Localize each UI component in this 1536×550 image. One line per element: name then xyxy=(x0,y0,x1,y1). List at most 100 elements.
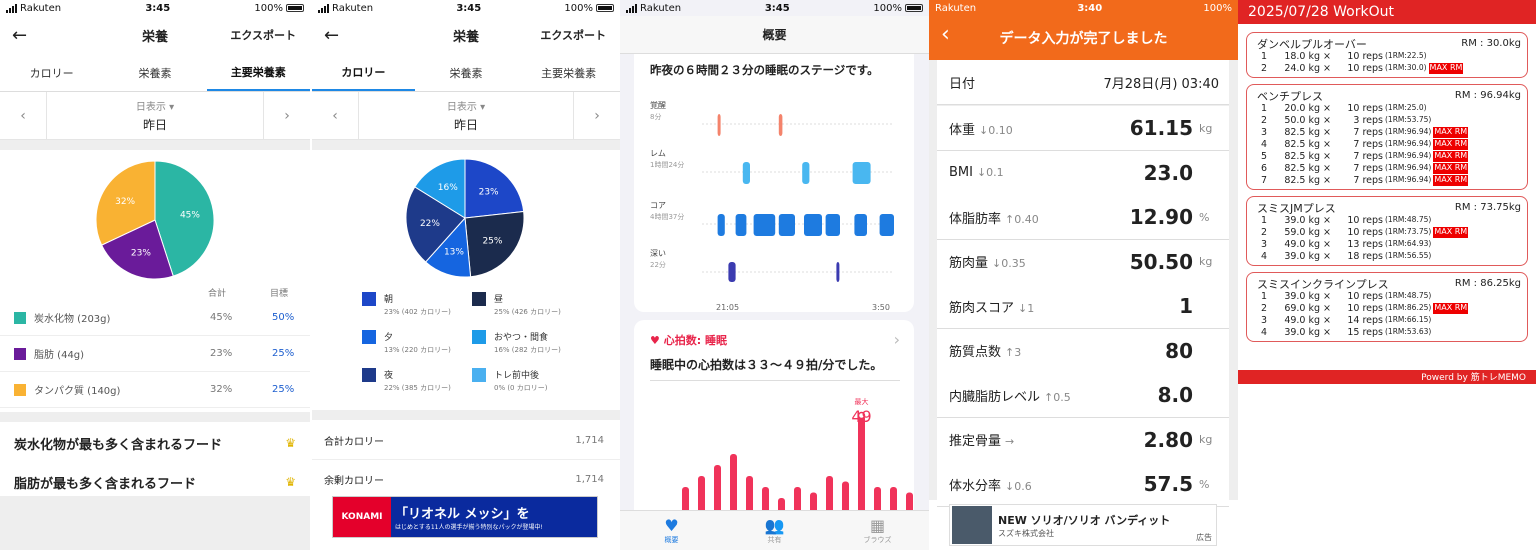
measurement-value: 23.0 xyxy=(1143,160,1193,185)
back-arrow-icon[interactable]: ← xyxy=(12,25,27,46)
measurement-label: BMI ↓0.1 xyxy=(949,165,1144,180)
hr-max-value: 49 xyxy=(851,407,871,426)
tab-macros[interactable]: 主要栄養素 xyxy=(206,54,310,91)
set-row: 2 50.0 kg × 3 reps (1RM:53.75) xyxy=(1261,115,1431,126)
ad-image xyxy=(952,506,992,544)
exercise-rm: RM : 30.0kg xyxy=(1461,38,1521,49)
divider xyxy=(312,140,620,150)
next-day-chevron-icon[interactable]: › xyxy=(264,92,310,139)
ad-banner[interactable]: NEW ソリオ/ソリオ バンディット スズキ株式会社 広告 xyxy=(949,504,1217,546)
macro-total: 32% xyxy=(210,384,233,395)
measurement-delta: ↓0.1 xyxy=(976,166,1004,179)
sleep-card[interactable]: 昨夜の６時間２３分の睡眠のステージです。 覚醒 8分 レム 1時間24分 コア 4時間37… xyxy=(634,54,914,312)
prev-day-chevron-icon[interactable]: ‹ xyxy=(0,92,46,139)
measurement-name: 体重 xyxy=(949,122,976,138)
tab-macros[interactable]: 主要栄養素 xyxy=(517,54,620,91)
set-row: 6 82.5 kg × 7 reps (1RM:96.94) MAX RM xyxy=(1261,163,1469,174)
measurement-row: 体重 ↓0.10 61.15 kg xyxy=(937,106,1229,151)
stage-name: レム xyxy=(650,149,666,158)
divider xyxy=(312,410,620,420)
next-day-chevron-icon[interactable]: › xyxy=(574,92,620,139)
exercise-card[interactable]: ベンチプレス RM : 96.94kg 1 20.0 kg × 10 reps (1RM:… xyxy=(1246,84,1528,190)
export-button[interactable]: エクスポート xyxy=(230,27,296,43)
measurement-delta: ↑3 xyxy=(1005,346,1022,359)
macro-name: 炭水化物 (203g) xyxy=(34,314,111,325)
top-carb-foods-link[interactable]: 炭水化物が最も多く含まれるフード xyxy=(14,434,222,453)
set-number: 1 xyxy=(1261,215,1268,226)
day-mode-dropdown[interactable]: 日表示 ▾ 昨日 xyxy=(46,92,264,139)
tab-summary[interactable]: ♥ 概要 xyxy=(620,511,723,550)
legend-item: 夕 13% (220 カロリー) xyxy=(384,330,451,355)
set-1rm: (1RM:66.15) xyxy=(1385,315,1432,324)
measurement-value: 57.5 xyxy=(1143,472,1193,496)
battery-icon xyxy=(286,4,304,12)
exercise-card[interactable]: スミスインクラインプレス RM : 86.25kg 1 39.0 kg × 10 rep… xyxy=(1246,272,1528,342)
measurement-value: 8.0 xyxy=(1157,383,1193,407)
tab-browse[interactable]: ▦ ブラウズ xyxy=(826,511,929,550)
set-row: 5 82.5 kg × 7 reps (1RM:96.94) MAX RM xyxy=(1261,151,1469,162)
set-number: 4 xyxy=(1261,251,1268,262)
day-mode-dropdown[interactable]: 日表示 ▾ 昨日 xyxy=(358,92,574,139)
day-mode-label: 日表示 xyxy=(446,102,477,113)
clock: 3:45 xyxy=(764,2,790,14)
col-goal-header: 目標 xyxy=(270,289,289,299)
macro-goal: 25% xyxy=(272,348,295,359)
carrier-label: Rakuten xyxy=(20,2,62,14)
nav-bar: ← 栄養 エクスポート xyxy=(312,16,620,54)
exercise-card[interactable]: ダンベルプルオーバー RM : 30.0kg 1 18.0 kg × 10 reps (1… xyxy=(1246,32,1528,78)
legend-item: 昼 25% (426 カロリー) xyxy=(494,292,561,317)
carrier-label: Rakuten xyxy=(935,2,977,14)
measurement-unit: kg xyxy=(1199,121,1213,135)
total-calories-value: 1,714 xyxy=(575,435,604,446)
stage-duration: 8分 xyxy=(650,112,661,121)
sleep-segment xyxy=(836,262,840,282)
set-number: 2 xyxy=(1261,227,1268,238)
set-row: 4 39.0 kg × 18 reps (1RM:56.55) xyxy=(1261,251,1431,262)
max-rm-badge: MAX RM xyxy=(1433,227,1469,238)
set-row: 1 20.0 kg × 10 reps (1RM:25.0) xyxy=(1261,103,1427,114)
measurement-name: 筋肉量 xyxy=(949,256,989,271)
measurement-unit: % xyxy=(1199,477,1210,491)
exercise-name: スミスJMプレス xyxy=(1257,202,1336,215)
set-weight: 39.0 kg × xyxy=(1284,215,1331,226)
prev-day-chevron-icon[interactable]: ‹ xyxy=(312,92,358,139)
tab-calories[interactable]: カロリー xyxy=(0,54,103,91)
set-weight: 39.0 kg × xyxy=(1284,291,1331,302)
tab-sharing[interactable]: 👥 共有 xyxy=(723,511,826,550)
set-row: 2 69.0 kg × 10 reps (1RM:86.25) MAX RM xyxy=(1261,303,1469,314)
set-row: 7 82.5 kg × 7 reps (1RM:96.94) MAX RM xyxy=(1261,175,1469,186)
set-reps: 13 reps xyxy=(1347,239,1383,250)
back-arrow-icon[interactable]: ← xyxy=(324,25,339,46)
tab-calories[interactable]: カロリー xyxy=(312,54,415,91)
legend-item: 夜 22% (385 カロリー) xyxy=(384,368,451,393)
sleep-title: 昨夜の６時間２３分の睡眠のステージです。 xyxy=(650,63,879,77)
tab-nutrients[interactable]: 栄養素 xyxy=(415,54,518,91)
measurement-row: BMI ↓0.1 23.0 xyxy=(937,150,1229,196)
stage-duration: 1時間24分 xyxy=(650,160,684,169)
heart-rate-card[interactable]: ♥ 心拍数: 睡眠 › 睡眠中の心拍数は３３〜４９拍/分でした。 最大 49 xyxy=(634,320,914,520)
set-reps: 10 reps xyxy=(1347,103,1383,114)
export-button[interactable]: エクスポート xyxy=(540,27,606,43)
macro-name: タンパク質 (140g) xyxy=(34,386,121,397)
set-1rm: (1RM:86.25) xyxy=(1385,303,1432,312)
measurement-value: 50.50 xyxy=(1129,249,1193,274)
tab-bar: カロリー 栄養素 主要栄養素 xyxy=(312,54,620,92)
total-calories-label: 合計カロリー xyxy=(324,437,384,448)
tab-nutrients[interactable]: 栄養素 xyxy=(103,54,206,91)
stage-name: コア xyxy=(650,201,666,210)
battery-icon xyxy=(596,4,614,12)
chevron-right-icon: › xyxy=(893,330,900,349)
legend-item: トレ前中後 0% (0 カロリー) xyxy=(494,368,547,393)
set-weight: 24.0 kg × xyxy=(1284,63,1331,74)
exercise-card[interactable]: スミスJMプレス RM : 73.75kg 1 39.0 kg × 10 reps (1R… xyxy=(1246,196,1528,266)
heart-icon: ♥ xyxy=(650,334,660,347)
stage-name: 覚醒 xyxy=(650,100,666,110)
top-fat-foods-link[interactable]: 脂肪が最も多く含まれるフード xyxy=(14,473,196,492)
bottom-tab-bar: ♥ 概要 👥 共有 ▦ ブラウズ xyxy=(620,510,929,550)
legend-sub: 22% (385 カロリー) xyxy=(384,384,451,392)
macro-row: タンパク質 (140g) 32% 25% xyxy=(0,372,310,408)
sleep-segment xyxy=(879,214,894,236)
ad-banner[interactable]: KONAMI 「リオネル メッシ」を はじめとする11人の選手が揃う特別なパック… xyxy=(332,496,598,538)
set-1rm: (1RM:73.75) xyxy=(1385,227,1432,236)
sleep-segment xyxy=(717,114,721,136)
